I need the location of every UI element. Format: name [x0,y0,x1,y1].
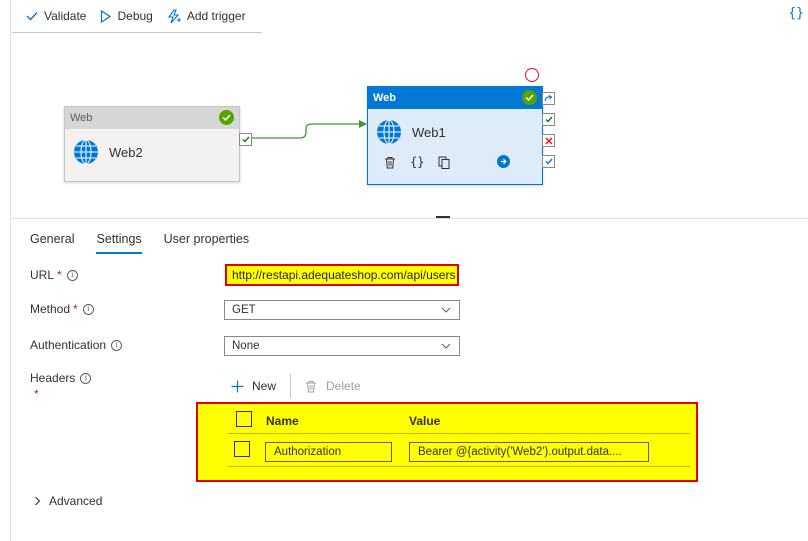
plus-icon [231,380,244,392]
method-label: Method [30,302,71,316]
auth-label: Authentication [30,338,107,352]
play-icon [101,9,112,23]
info-icon[interactable]: i [111,339,123,351]
advanced-expander[interactable]: Advanced [34,494,102,508]
headers-actions: New Delete [231,374,361,398]
actions-divider [290,374,292,398]
tab-settings[interactable]: Settings [96,232,142,254]
activity-connector [248,120,367,139]
required-mark: * [73,302,78,316]
lightning-icon [167,8,181,23]
arrow-right-circle-icon[interactable] [497,155,510,168]
trash-icon [306,380,317,392]
activity-node-web2[interactable]: Web Web2 [64,106,240,182]
method-select[interactable]: GET [224,300,460,320]
tab-user-properties[interactable]: User properties [164,232,249,254]
header-name-value: Authorization [274,446,342,458]
required-mark: * [34,387,39,401]
advanced-label: Advanced [49,494,103,508]
copy-icon[interactable] [438,156,450,169]
value-column-header: Value [409,414,441,428]
globe-icon [377,119,401,145]
select-all-checkbox[interactable] [236,411,252,427]
success-output-port[interactable] [239,133,252,146]
url-label: URL [30,268,55,282]
success-output-port[interactable] [542,113,555,126]
globe-icon [74,139,98,165]
check-port-icon [242,136,250,143]
code-icon[interactable]: {} [410,155,424,169]
authentication-select[interactable]: None [224,336,460,356]
header-value-input[interactable]: Bearer @{activity('Web2').output.data...… [409,442,649,462]
validate-label: Validate [44,9,87,23]
headers-table: Name Value Authorization Bearer @{activi… [196,402,698,482]
debug-label: Debug [117,9,153,23]
method-label-row: Method * i [30,302,94,316]
add-trigger-label: Add trigger [186,9,246,23]
checkmark-icon [26,12,38,21]
url-input[interactable]: http://restapi.adequateshop.com/api/user… [225,264,459,286]
chevron-down-icon [441,307,451,313]
code-view-button[interactable]: {} [788,6,804,21]
x-port-icon [544,136,553,145]
completion-output-port[interactable] [542,155,555,168]
info-icon[interactable]: i [80,372,92,384]
header-value-value: Bearer @{activity('Web2').output.data...… [418,446,622,458]
code-braces-icon: {} [788,6,804,21]
error-indicator-icon [525,68,539,82]
chevron-down-icon [441,343,451,349]
add-trigger-button[interactable]: Add trigger [167,8,246,24]
required-mark: * [57,268,62,282]
row-divider [228,466,690,467]
header-name-input[interactable]: Authorization [265,442,392,462]
delete-header-button[interactable]: Delete [305,379,361,393]
new-label: New [252,379,277,393]
trash-icon[interactable] [384,156,396,169]
chevron-right-icon [35,496,41,506]
properties-tabs: General Settings User properties [30,232,271,254]
node-type-label: Web [373,92,397,104]
node-type-label: Web [70,112,93,124]
activity-node-web1[interactable]: Web Web1 {} [367,86,543,185]
auth-label-row: Authentication i [30,338,123,352]
tab-general[interactable]: General [30,232,74,254]
debug-button[interactable]: Debug [100,9,153,23]
headers-label-row: Headers i [30,371,92,385]
url-value: http://restapi.adequateshop.com/api/user… [232,268,456,282]
method-value: GET [232,304,256,316]
info-icon[interactable]: i [66,269,78,281]
row-checkbox[interactable] [234,441,250,457]
name-column-header: Name [266,414,299,428]
success-check-icon [522,90,537,105]
url-label-row: URL * i [30,268,78,282]
headers-label: Headers [30,371,76,385]
headers-required-row: * [34,387,39,401]
auth-value: None [232,340,260,352]
node-name-label: Web2 [109,144,143,160]
new-header-button[interactable]: New [231,379,276,393]
success-check-icon [219,110,234,125]
panel-resize-handle[interactable] [436,216,450,218]
info-icon[interactable]: i [82,303,94,315]
delete-label: Delete [326,379,361,393]
check-port-icon [545,158,553,165]
failure-output-port[interactable] [542,134,555,147]
skip-output-port[interactable] [542,92,555,105]
toolbar: Validate Debug Add trigger [12,0,802,32]
node-name-label: Web1 [412,124,446,140]
skip-arrow-icon [544,94,553,101]
validate-button[interactable]: Validate [26,9,86,23]
canvas-divider [11,218,808,219]
header-row-divider [228,433,690,434]
check-port-icon [545,116,553,123]
